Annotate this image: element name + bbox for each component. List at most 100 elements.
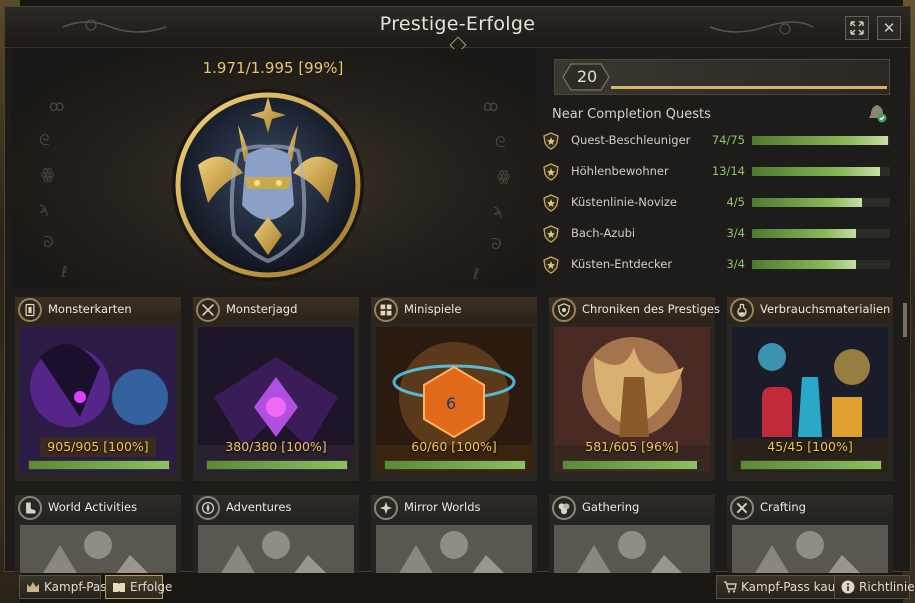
category-card[interactable]: Monsterkarten 905/905 [100%] [15,297,181,481]
category-artwork [732,525,888,573]
prestige-shield-icon [543,163,559,181]
window-title: Prestige-Erfolge [379,13,536,35]
category-count: 45/45 [100%] [767,439,853,454]
rune-icon: ꙮ [41,165,55,183]
shield-icon [557,303,571,317]
category-header: Monsterkarten [15,297,181,323]
category-badge [552,298,576,322]
prestige-emblem-icon [172,89,364,281]
category-label: Gathering [582,500,640,514]
level-progress-fill [611,86,887,89]
rune-icon: ᘐ [43,233,54,251]
quest-count: 4/5 [726,195,745,209]
category-progress-fill [741,461,881,469]
category-progress-fill [563,461,698,469]
category-artwork [198,525,354,573]
category-card[interactable]: Chroniken des Prestiges 581/605 [96%] [549,297,720,481]
category-card[interactable]: Adventures [193,495,359,573]
guidelines-label: Richtlinie [859,580,915,594]
category-card[interactable]: Mirror Worlds [371,495,537,573]
rune-icon: ℓ [61,263,68,281]
svg-text:6: 6 [446,394,456,413]
category-header: Adventures [193,495,359,521]
category-progress-bar [740,460,882,470]
achievements-tab[interactable]: Erfolge [105,575,172,599]
near-completion-title: Near Completion Quests [552,107,711,122]
info-icon [841,580,855,594]
crown-icon [27,582,39,592]
category-progress-bar [206,460,348,470]
boot-icon [26,502,36,514]
buy-battle-pass-button[interactable]: Kampf-Pass kaufen [716,575,855,599]
compass-icon [201,501,215,515]
quest-progress-fill [752,136,889,145]
battle-pass-tab[interactable]: Kampf-Pass [19,575,113,599]
expand-icon [850,21,864,35]
category-card[interactable]: World Activities [15,495,181,573]
category-label: Adventures [226,500,292,514]
rune-icon: ꝏ [483,97,499,115]
category-badge [196,298,220,322]
bell-check-icon[interactable] [867,103,887,123]
category-badge [18,298,42,322]
guidelines-button[interactable]: Richtlinie [834,575,915,599]
battle-pass-label: Kampf-Pass [44,580,113,594]
category-count: 60/60 [100%] [411,439,497,454]
close-button[interactable]: ✕ [877,16,901,40]
prestige-shield-icon [543,132,559,150]
category-label: Crafting [760,500,806,514]
quest-row[interactable]: Höhlenbewohner 13/14 [541,162,906,184]
quest-progress-bar [752,167,890,176]
category-card[interactable]: Gathering [549,495,715,573]
quest-row[interactable]: Küsten-Entdecker 3/4 [541,255,906,277]
category-label: Monsterkarten [48,302,132,316]
quest-row[interactable]: Bach-Azubi 3/4 [541,224,906,246]
category-progress-fill [207,461,347,469]
category-header: Crafting [727,495,893,521]
rune-icon: ᘐ [491,235,502,253]
category-badge [196,496,220,520]
category-badge [730,496,754,520]
cart-icon [724,581,737,593]
ore-icon [558,503,570,515]
rune-icon: ϡ [493,201,503,219]
category-label: World Activities [48,500,138,514]
category-card[interactable]: Crafting [727,495,893,573]
scrollbar-thumb[interactable] [903,303,907,337]
quest-progress-fill [752,229,856,238]
quest-row[interactable]: Quest-Beschleuniger 74/75 [541,131,906,153]
crossed-swords-icon [202,304,214,316]
category-card[interactable]: Monsterjagd 380/380 [100%] [193,297,359,481]
achievements-label: Erfolge [130,580,173,594]
quest-count: 74/75 [711,133,745,147]
prestige-hero-panel: 1.971/1.995 [99%] ꝏ ᘓ ꙮ ϡ ᘐ ℓ ꝏ ᘓ ꙮ ϡ ᘐ … [11,49,535,289]
prestige-level-bar: 20 [554,59,890,95]
category-progress-fill [29,461,169,469]
quest-row[interactable]: Küstenlinie-Novize 4/5 [541,193,906,215]
category-card[interactable]: Minispiele 6 60/60 [100%] [371,297,537,481]
rune-icon: ᘓ [39,131,50,149]
category-count: 905/905 [100%] [47,439,149,454]
category-progress-bar [28,460,170,470]
rune-icon: ϡ [39,199,49,217]
quest-progress-fill [752,198,863,207]
category-artwork [554,525,710,573]
book-icon [113,583,125,592]
card-icon [25,303,35,317]
category-label: Verbrauchsmaterialien [760,302,891,316]
quest-progress-bar [752,229,890,238]
close-icon: ✕ [882,19,896,37]
category-label: Chroniken des Prestiges [582,302,720,316]
near-completion-panel: 20 Near Completion Quests Quest-Beschleu… [541,49,906,289]
category-card[interactable]: Verbrauchsmaterialien 45/45 [100%] [727,297,893,481]
category-badge [552,496,576,520]
prestige-shield-icon [543,256,559,274]
category-header: Chroniken des Prestiges [549,297,720,323]
quest-name: Küsten-Entdecker [571,257,673,271]
total-progress-text: 1.971/1.995 [99%] [202,59,344,77]
star-burst-icon [379,501,393,515]
grid-icon [380,304,392,316]
expand-button[interactable] [845,16,869,40]
rune-icon: ℓ [473,265,480,283]
prestige-achievements-window: Prestige-Erfolge ✕ 1.971/1.995 [99%] ꝏ ᘓ… [4,6,911,573]
